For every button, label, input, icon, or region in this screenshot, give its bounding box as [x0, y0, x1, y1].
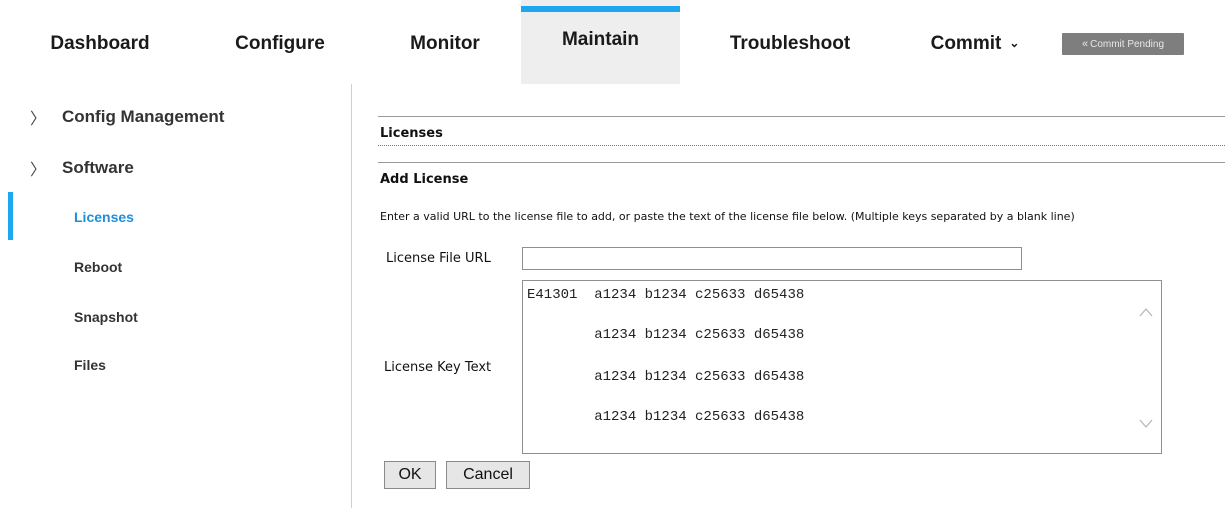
chevron-right-icon: 〉	[30, 111, 47, 128]
sidebar-group-config-management[interactable]: 〉 Config Management	[30, 102, 224, 132]
sidebar-item-licenses[interactable]: Licenses	[74, 205, 134, 229]
main-content: Licenses Add License Enter a valid URL t…	[352, 84, 1225, 508]
nav-monitor[interactable]: Monitor	[370, 0, 520, 84]
commit-pending-label: Commit Pending	[1090, 38, 1165, 50]
divider	[378, 145, 1225, 146]
section-title: Licenses	[380, 126, 443, 141]
scroll-up-icon[interactable]	[1139, 305, 1153, 319]
nav-dashboard[interactable]: Dashboard	[20, 0, 180, 84]
license-key-textarea[interactable]: E41301 a1234 b1234 c25633 d65438 a1234 b…	[522, 280, 1162, 454]
license-url-label: License File URL	[386, 251, 491, 266]
nav-configure-label: Configure	[235, 33, 325, 54]
sidebar-item-files[interactable]: Files	[74, 353, 106, 377]
sidebar-group-software[interactable]: 〉 Software	[30, 153, 134, 183]
sidebar-item-reboot[interactable]: Reboot	[74, 255, 122, 279]
nav-configure[interactable]: Configure	[190, 0, 370, 84]
cancel-button[interactable]: Cancel	[446, 461, 530, 489]
chevron-down-icon: ⌄	[1009, 36, 1020, 50]
nav-commit[interactable]: Commit ⌄	[905, 0, 1045, 84]
license-url-input[interactable]	[522, 247, 1022, 270]
license-key-label: License Key Text	[384, 360, 492, 375]
ok-button[interactable]: OK	[384, 461, 436, 489]
sidebar-group-label: Software	[62, 158, 134, 177]
nav-troubleshoot[interactable]: Troubleshoot	[690, 0, 890, 84]
active-indicator	[8, 192, 13, 240]
instruction-text: Enter a valid URL to the license file to…	[380, 210, 1075, 223]
commit-pending-button[interactable]: « Commit Pending	[1062, 33, 1184, 55]
sidebar-item-label: Reboot	[74, 259, 123, 275]
double-chevron-left-icon: «	[1081, 38, 1089, 50]
nav-troubleshoot-label: Troubleshoot	[729, 33, 851, 54]
top-nav: Dashboard Configure Monitor Maintain Tro…	[0, 0, 1225, 84]
sidebar-item-label: Licenses	[74, 209, 134, 225]
license-key-line: a1234 b1234 c25633 d65438	[527, 409, 805, 425]
nav-monitor-label: Monitor	[410, 33, 480, 54]
divider	[378, 116, 1225, 117]
subsection-title: Add License	[380, 172, 469, 187]
license-key-line: a1234 b1234 c25633 d65438	[527, 369, 805, 385]
nav-commit-label: Commit	[930, 33, 1002, 54]
nav-maintain[interactable]: Maintain	[521, 0, 680, 84]
sidebar-group-label: Config Management	[62, 107, 225, 126]
license-key-line: a1234 b1234 c25633 d65438	[527, 327, 805, 343]
divider	[378, 162, 1225, 163]
scroll-down-icon[interactable]	[1139, 417, 1153, 431]
sidebar-item-label: Snapshot	[74, 309, 138, 325]
chevron-right-icon: 〉	[30, 162, 47, 179]
sidebar-item-label: Files	[74, 357, 106, 373]
nav-maintain-label: Maintain	[561, 29, 640, 50]
license-key-line: E41301 a1234 b1234 c25633 d65438	[527, 287, 805, 303]
sidebar: 〉 Config Management 〉 Software Licenses …	[0, 84, 352, 508]
nav-dashboard-label: Dashboard	[50, 33, 150, 54]
sidebar-item-snapshot[interactable]: Snapshot	[74, 305, 138, 329]
